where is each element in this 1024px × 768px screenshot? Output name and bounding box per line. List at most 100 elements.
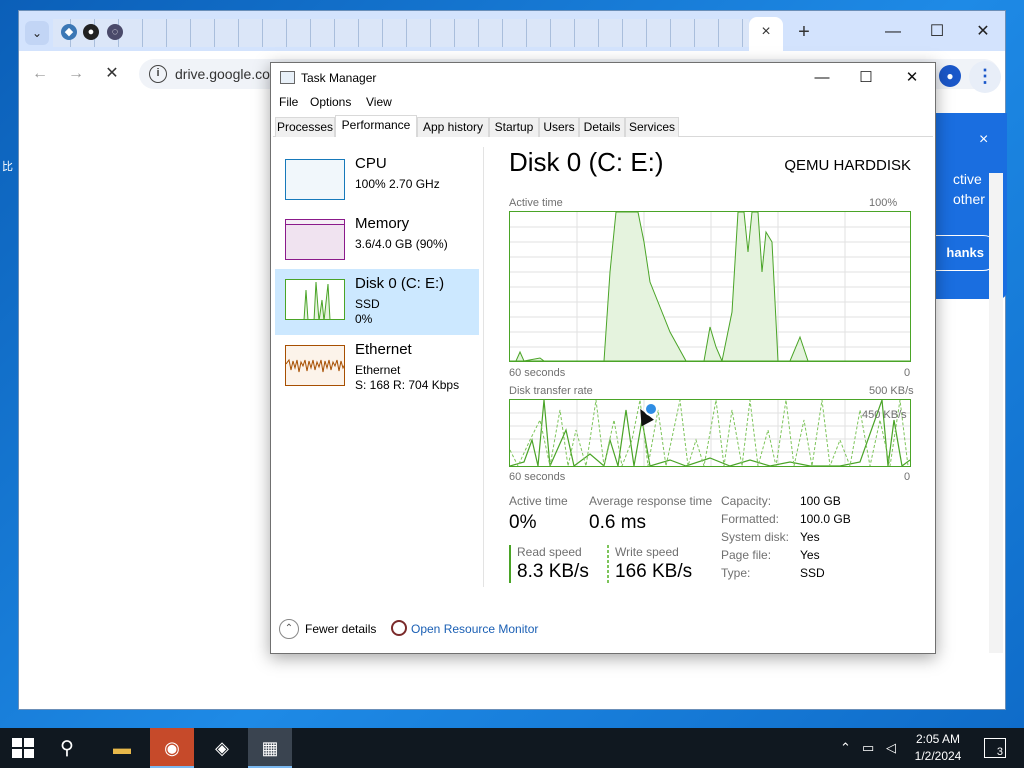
transfer-rate-graph: 450 KB/s <box>509 399 911 467</box>
chrome-menu-icon[interactable]: ⋮ <box>969 61 1001 93</box>
menu-options[interactable]: Options <box>310 95 351 109</box>
property-label: System disk: <box>721 530 790 544</box>
minimize-icon[interactable]: — <box>799 65 845 91</box>
property-label: Formatted: <box>721 512 780 526</box>
tab-users[interactable]: Users <box>539 117 579 137</box>
close-icon[interactable]: ✕ <box>963 19 1003 45</box>
clock-date[interactable]: 1/2/2024 <box>906 749 970 763</box>
property-label: Capacity: <box>721 494 772 508</box>
task-manager-taskbar-icon[interactable]: ▦ <box>248 728 292 768</box>
popup-close-icon[interactable]: × <box>979 131 988 149</box>
property-value: Yes <box>800 548 820 562</box>
transfer-rate-inner-label: 450 KB/s <box>862 409 907 421</box>
sidebar-item-ethernet[interactable]: Ethernet Ethernet S: 168 R: 704 Kbps <box>275 335 479 401</box>
task-manager-app-icon <box>280 71 295 84</box>
active-time-min-label: 0 <box>904 367 911 379</box>
python-tab-icon[interactable]: ◆ <box>61 24 77 40</box>
sidebar-item-sub2: 0% <box>355 312 373 326</box>
close-icon[interactable]: ✕ <box>889 65 935 91</box>
task-manager-footer: ⌃ Fewer details Open Resource Monitor <box>271 615 935 651</box>
active-time-graph-label: Active time <box>509 197 563 209</box>
sidebar-item-title: CPU <box>355 155 387 172</box>
sidebar-item-sub: SSD <box>355 297 380 311</box>
sidebar-item-disk[interactable]: Disk 0 (C: E:) SSD 0% <box>275 269 479 335</box>
detail-title: Disk 0 (C: E:) <box>509 147 664 177</box>
sidebar-item-title: Memory <box>355 215 410 232</box>
task-manager-window: Task Manager — ☐ ✕ File Options View Pro… <box>270 62 936 654</box>
property-value: Yes <box>800 530 820 544</box>
avg-response-label: Average response time <box>589 494 713 508</box>
tab-processes[interactable]: Processes <box>275 117 335 137</box>
menu-file[interactable]: File <box>279 95 298 109</box>
search-icon[interactable]: ⚲ <box>60 737 82 759</box>
task-manager-titlebar[interactable]: Task Manager — ☐ ✕ <box>271 63 935 93</box>
github-tab-icon[interactable]: ● <box>83 24 99 40</box>
start-button[interactable] <box>12 738 34 758</box>
performance-panel: CPU 100% 2.70 GHz Memory 3.6/4.0 GB (90%… <box>273 137 933 607</box>
ethernet-thumbnail <box>285 345 345 386</box>
minimize-icon[interactable]: — <box>873 19 913 45</box>
loading-tab-icon[interactable]: ◌ <box>107 24 123 40</box>
property-label: Page file: <box>721 548 772 562</box>
volume-muted-icon[interactable]: ◁ <box>886 740 896 756</box>
menu-view[interactable]: View <box>366 95 392 109</box>
active-tab-close-button[interactable]: × <box>749 17 783 51</box>
transfer-rate-max-label: 500 KB/s <box>869 385 914 397</box>
disk-thumbnail <box>285 279 345 320</box>
write-speed-value: 166 KB/s <box>615 561 693 582</box>
popup-text: ctive other <box>953 169 985 209</box>
property-value: 100 GB <box>800 494 841 508</box>
file-explorer-icon[interactable]: ▬ <box>100 728 144 768</box>
window-title: Task Manager <box>301 71 377 85</box>
open-resource-monitor-link[interactable]: Open Resource Monitor <box>411 622 538 636</box>
tab-details[interactable]: Details <box>579 117 625 137</box>
property-value: SSD <box>800 566 825 580</box>
tab-services[interactable]: Services <box>625 117 679 137</box>
sidebar-item-memory[interactable]: Memory 3.6/4.0 GB (90%) <box>275 209 479 275</box>
profile-icon[interactable]: ● <box>939 65 961 87</box>
popup-line-2: other <box>953 191 985 207</box>
sidebar-item-cpu[interactable]: CPU 100% 2.70 GHz <box>275 149 479 215</box>
transfer-rate-x-label: 60 seconds <box>509 471 566 483</box>
back-icon[interactable]: ← <box>29 63 51 85</box>
resource-monitor-icon[interactable] <box>391 620 407 636</box>
tab-startup[interactable]: Startup <box>489 117 539 137</box>
popup-line-1: ctive <box>953 171 982 187</box>
active-time-max-label: 100% <box>869 197 898 209</box>
fewer-details-button[interactable]: Fewer details <box>305 622 376 636</box>
sidebar-item-title: Disk 0 (C: E:) <box>355 275 445 292</box>
address-url[interactable]: drive.google.co <box>175 66 270 82</box>
tab-performance[interactable]: Performance <box>335 115 417 138</box>
forward-icon[interactable]: → <box>65 63 87 85</box>
new-tab-button[interactable]: + <box>791 19 817 45</box>
transfer-rate-graph-label: Disk transfer rate <box>509 385 593 397</box>
cpu-thumbnail <box>285 159 345 200</box>
clock-time[interactable]: 2:05 AM <box>906 732 970 746</box>
tab-strip[interactable] <box>53 19 749 47</box>
sidebar-item-sub: 3.6/4.0 GB (90%) <box>355 237 448 251</box>
tab-app-history[interactable]: App history <box>417 117 489 137</box>
property-value: 100.0 GB <box>800 512 851 526</box>
stop-loading-icon[interactable]: ✕ <box>101 63 123 85</box>
property-label: Type: <box>721 566 751 580</box>
browser-tab-bar: ⌄ ◆ ● ◌ × + — ☐ ✕ <box>19 11 1005 51</box>
network-icon[interactable]: ▭ <box>862 740 874 756</box>
sidebar-item-sub: 100% 2.70 GHz <box>355 177 440 191</box>
site-info-icon[interactable]: i <box>149 65 167 83</box>
chrome-icon[interactable]: ◉ <box>150 728 194 768</box>
transfer-rate-min-label: 0 <box>904 471 911 483</box>
tab-bar: Processes Performance App history Startu… <box>273 115 933 138</box>
sidebar-item-sub2: S: 168 R: 704 Kbps <box>355 378 460 392</box>
page-scrollbar[interactable] <box>989 173 1003 653</box>
sidebar-item-sub: Ethernet <box>355 363 401 377</box>
active-time-value: 0% <box>509 512 537 533</box>
chevron-up-icon[interactable]: ⌃ <box>279 619 299 639</box>
tab-search-button[interactable]: ⌄ <box>25 21 49 45</box>
maximize-icon[interactable]: ☐ <box>843 65 889 91</box>
write-speed-indicator <box>607 545 609 583</box>
notification-center-icon[interactable]: 3 <box>984 738 1006 758</box>
chevron-up-icon[interactable]: ⌃ <box>840 740 851 756</box>
maximize-icon[interactable]: ☐ <box>917 19 957 45</box>
python-app-icon[interactable]: ◈ <box>200 728 244 768</box>
avg-response-value: 0.6 ms <box>589 512 647 533</box>
